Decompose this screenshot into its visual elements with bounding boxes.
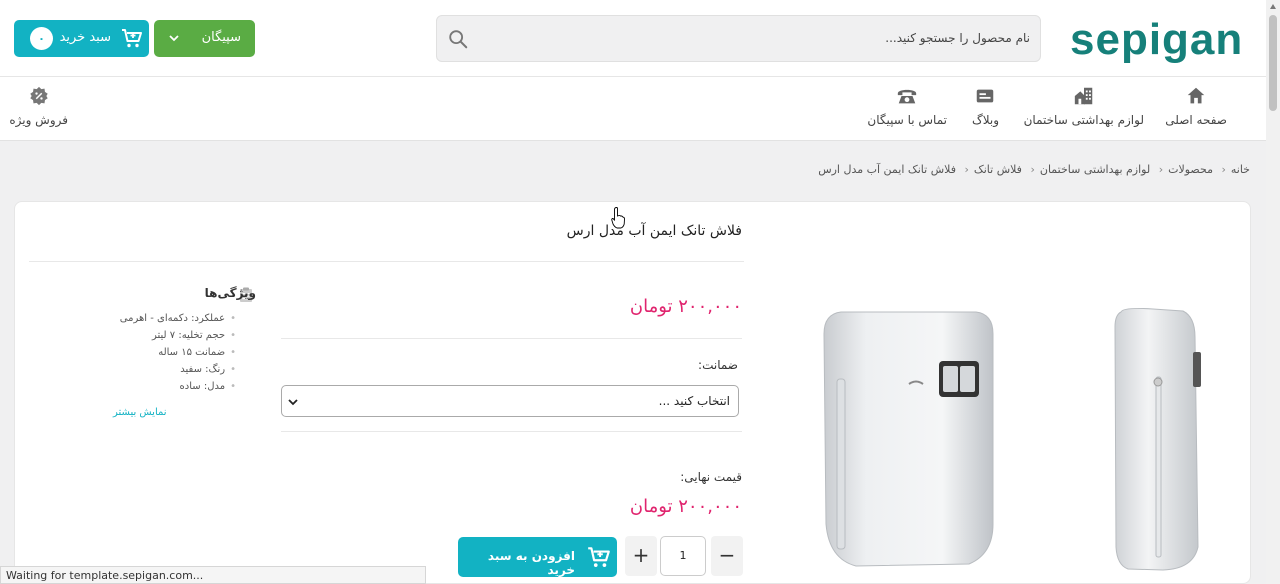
- cart-button-label: سبد خرید: [59, 30, 111, 45]
- nav-item-blog[interactable]: وبلاگ: [972, 85, 999, 127]
- chevron-left-icon: ‹: [1221, 163, 1226, 176]
- nav-item-home[interactable]: صفحه اصلی: [1165, 85, 1227, 127]
- nav-label: فروش ویژه: [9, 113, 68, 127]
- final-price-label: قیمت نهایی:: [680, 470, 742, 484]
- blog-icon: [977, 89, 994, 103]
- search-icon[interactable]: [447, 28, 469, 50]
- feature-item: حجم تخلیه: ۷ لیتر: [120, 327, 236, 344]
- phone-icon: [898, 89, 917, 104]
- nav-label: تماس با سپیگان: [867, 113, 947, 127]
- nav-item-contact[interactable]: تماس با سپیگان: [867, 85, 947, 127]
- guarantee-select[interactable]: انتخاب کنید ...: [281, 385, 739, 417]
- scroll-up-arrow-icon[interactable]: [1269, 3, 1277, 11]
- discount-icon: [29, 86, 48, 106]
- feature-item: عملکرد: دکمه‌ای - اهرمی: [120, 310, 236, 327]
- quantity-increase-button[interactable]: +: [625, 536, 657, 576]
- product-card: فلاش تانک ایمن آب مدل ارس ۲۰۰,۰۰۰ تومان …: [14, 201, 1251, 584]
- guarantee-select-value: انتخاب کنید ...: [658, 394, 730, 408]
- add-to-cart-button[interactable]: افزودن به سبد خرید: [458, 537, 617, 577]
- home-icon: [1187, 87, 1205, 104]
- chevron-left-icon: ‹: [1158, 163, 1164, 176]
- quantity-input[interactable]: 1: [660, 536, 706, 576]
- nav-label: لوازم بهداشتی ساختمان: [1023, 113, 1144, 127]
- nav-label: وبلاگ: [971, 113, 999, 127]
- feature-item: ضمانت ۱۵ ساله: [120, 344, 236, 361]
- cart-icon: [122, 29, 142, 48]
- main-nav: صفحه اصلی لوازم بهداشتی ساختمان وبلاگ تم…: [0, 77, 1266, 141]
- scrollbar-thumb[interactable]: [1269, 15, 1277, 111]
- building-icon: [1074, 87, 1093, 105]
- sepigan-button-label: سپیگان: [201, 30, 241, 45]
- add-cart-icon: [588, 547, 610, 567]
- guarantee-label: ضمانت:: [698, 358, 738, 372]
- final-price: ۲۰۰,۰۰۰ تومان: [629, 496, 742, 517]
- chevron-left-icon: ‹: [1030, 163, 1035, 176]
- breadcrumb: خانه ‹ محصولات ‹ لوازم بهداشتی ساختمان ‹ فل…: [818, 163, 1250, 176]
- product-image-side[interactable]: [1113, 307, 1203, 572]
- chevron-down-icon: [169, 35, 179, 42]
- cart-button[interactable]: سبد خرید ۰: [14, 20, 149, 57]
- features-title: ویژگی‌ها: [204, 286, 256, 300]
- search-input[interactable]: نام محصول را جستجو کنید...: [436, 15, 1041, 62]
- breadcrumb-item-products[interactable]: محصولات: [1168, 163, 1213, 176]
- quantity-decrease-button[interactable]: −: [711, 536, 743, 576]
- nav-item-building-supplies[interactable]: لوازم بهداشتی ساختمان: [1024, 85, 1144, 127]
- divider: [281, 431, 742, 432]
- feature-item: مدل: ساده: [120, 378, 236, 395]
- product-title: فلاش تانک ایمن آب مدل ارس: [566, 223, 742, 239]
- add-to-cart-label: افزودن به سبد خرید: [487, 549, 575, 577]
- browser-status-bar: Waiting for template.sepigan.com...: [0, 566, 426, 584]
- search-placeholder: نام محصول را جستجو کنید...: [885, 31, 1030, 45]
- breadcrumb-item-category[interactable]: لوازم بهداشتی ساختمان: [1040, 163, 1150, 176]
- divider: [281, 338, 742, 339]
- hand-cursor-icon: [611, 207, 625, 229]
- breadcrumb-item-home[interactable]: خانه: [1231, 163, 1250, 176]
- features-list: عملکرد: دکمه‌ای - اهرمی حجم تخلیه: ۷ لیت…: [120, 310, 236, 397]
- chevron-down-icon: [288, 399, 298, 406]
- sepigan-dropdown-button[interactable]: سپیگان: [154, 20, 255, 57]
- chevron-left-icon: ‹: [964, 163, 969, 176]
- feature-item: رنگ: سفید: [120, 361, 236, 378]
- product-image-front[interactable]: [821, 309, 996, 569]
- product-price: ۲۰۰,۰۰۰ تومان: [629, 296, 742, 317]
- breadcrumb-item-subcategory[interactable]: فلاش تانک: [974, 163, 1022, 176]
- site-header: sepigan نام محصول را جستجو کنید... سپیگا…: [0, 0, 1266, 77]
- page-scrollbar[interactable]: [1266, 0, 1280, 584]
- breadcrumb-item-current: فلاش تانک ایمن آب مدل ارس: [818, 163, 956, 176]
- nav-item-special-sale[interactable]: فروش ویژه: [9, 85, 68, 127]
- cart-count-badge: ۰: [30, 27, 53, 50]
- nav-label: صفحه اصلی: [1165, 113, 1227, 127]
- divider: [29, 261, 744, 262]
- show-more-link[interactable]: نمایش بیشتر: [113, 407, 167, 418]
- site-logo[interactable]: sepigan: [1070, 18, 1243, 62]
